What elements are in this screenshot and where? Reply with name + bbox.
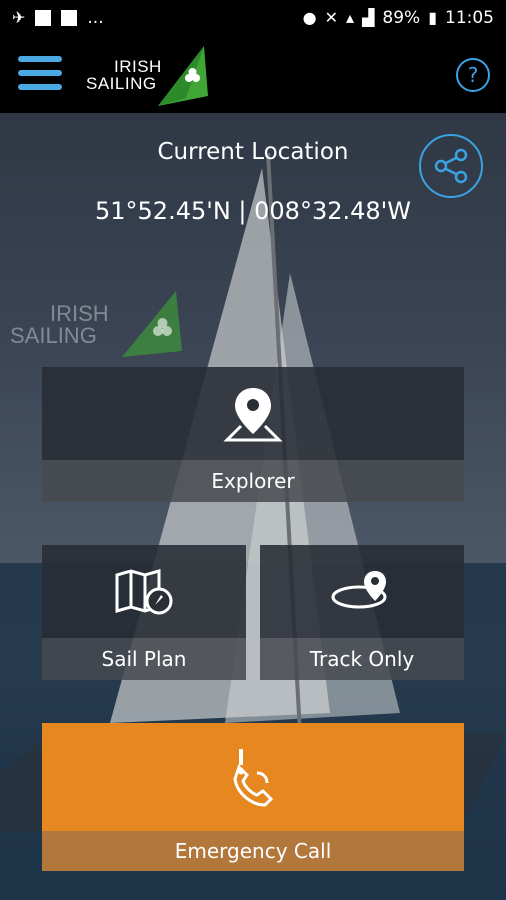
hamburger-icon[interactable] — [18, 56, 62, 90]
app-bar: IRISH SAILING ? — [0, 36, 506, 113]
emergency-call-label: Emergency Call — [42, 831, 464, 871]
watermark-line-sailing: SAILING — [10, 323, 97, 348]
help-glyph: ? — [467, 63, 479, 87]
battery-icon: ▮ — [428, 8, 437, 27]
sail-plan-button[interactable]: Sail Plan — [42, 545, 246, 680]
location-icon: ● — [302, 8, 317, 27]
irish-sailing-logo: IRISH SAILING — [86, 44, 216, 108]
watermark-logo: IRISH SAILING — [10, 291, 190, 361]
flipboard-icon — [35, 10, 52, 26]
hero-background: Current Location 51°52.45'N | 008°32.48'… — [0, 113, 506, 900]
network-icon: ▴ — [346, 8, 355, 27]
signal-icon: ▟ — [362, 8, 375, 27]
watermark-line-irish: IRISH — [50, 301, 109, 326]
track-only-label: Track Only — [260, 638, 464, 680]
more-notifications: ... — [87, 8, 104, 28]
explorer-icon-area — [42, 367, 464, 460]
phone-alert-icon — [233, 749, 274, 807]
track-pin-icon — [331, 570, 387, 608]
battery-percent: 89% — [382, 8, 421, 28]
folded-map-compass-icon — [115, 568, 173, 614]
explorer-button[interactable]: Explorer — [42, 367, 464, 502]
facebook-icon — [61, 10, 78, 26]
map-pin-icon — [223, 387, 283, 441]
emergency-icon-area — [42, 723, 464, 831]
location-coordinates: 51°52.45'N | 008°32.48'W — [95, 197, 411, 225]
track-only-button[interactable]: Track Only — [260, 545, 464, 680]
explorer-label: Explorer — [42, 460, 464, 502]
sail-plan-icon-area — [42, 545, 246, 638]
logo-line-irish: IRISH — [114, 57, 162, 76]
help-icon[interactable]: ? — [456, 58, 490, 92]
track-only-icon-area — [260, 545, 464, 638]
share-icon — [434, 148, 468, 184]
logo-line-sailing: SAILING — [86, 74, 157, 93]
emergency-call-button[interactable]: Emergency Call — [42, 723, 464, 871]
sail-plan-label: Sail Plan — [42, 638, 246, 680]
share-button[interactable] — [419, 134, 483, 198]
sync-icon: ✈ — [12, 8, 26, 27]
clock: 11:05 — [445, 8, 494, 28]
mute-icon: ✕ — [324, 8, 339, 27]
status-bar: ✈ ... ● ✕ ▴ ▟ 89% ▮ 11:05 — [0, 0, 506, 36]
